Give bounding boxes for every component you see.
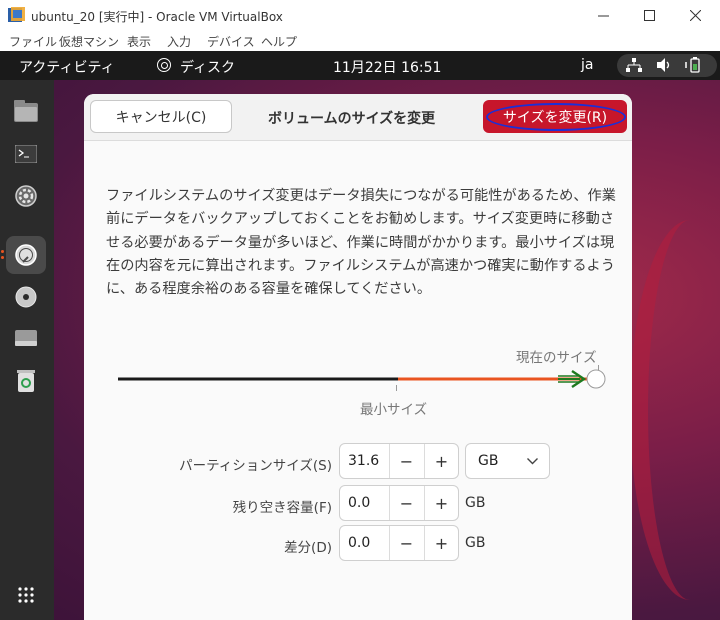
disks-app-icon <box>157 58 171 72</box>
dock-files[interactable] <box>6 92 46 130</box>
difference-label: 差分(D) <box>284 540 332 556</box>
dock-trash[interactable] <box>6 362 46 400</box>
warning-text: ファイルシステムのサイズ変更はデータ損失につながる可能性があるため、作業前にデー… <box>106 188 616 298</box>
app-grid-icon <box>18 587 34 603</box>
chevron-down-icon <box>527 458 538 465</box>
terminal-icon <box>15 145 37 163</box>
menu-input[interactable]: 入力 <box>167 33 191 50</box>
menu-help[interactable]: ヘルプ <box>261 33 297 50</box>
size-slider[interactable] <box>114 364 614 390</box>
app-menu-disks[interactable]: ディスク <box>180 57 235 77</box>
input-method-indicator[interactable]: ja <box>581 57 593 73</box>
menu-devices[interactable]: デバイス <box>207 33 255 50</box>
activities-button[interactable]: アクティビティ <box>19 57 115 77</box>
files-icon <box>14 100 38 122</box>
power-battery-icon <box>685 57 700 73</box>
system-tray[interactable] <box>617 54 717 77</box>
partition-size-spin[interactable]: 31.6 − + <box>339 443 459 479</box>
unit-select[interactable]: GB <box>465 443 550 479</box>
dock <box>0 80 54 620</box>
dock-drive[interactable] <box>6 319 46 357</box>
unit-select-value: GB <box>478 453 499 469</box>
host-titlebar: ubuntu_20 [実行中] - Oracle VM VirtualBox <box>0 0 720 31</box>
minimum-size-label: 最小サイズ <box>360 402 428 418</box>
dialog-header: キャンセル(C) ボリュームのサイズを変更 サイズを変更(R) <box>84 94 632 141</box>
resize-volume-dialog: キャンセル(C) ボリュームのサイズを変更 サイズを変更(R) ファイルシステム… <box>84 94 632 620</box>
wallpaper-swoosh <box>630 220 720 600</box>
menu-file[interactable]: ファイル <box>9 33 57 50</box>
partition-size-value[interactable]: 31.6 <box>348 453 379 469</box>
running-indicator-dot <box>1 250 4 253</box>
close-icon <box>689 10 701 21</box>
maximize-button[interactable] <box>626 0 672 31</box>
disks-icon <box>15 244 37 266</box>
difference-decrement-button[interactable]: − <box>389 526 423 560</box>
menu-machine[interactable]: 仮想マシン <box>59 33 119 50</box>
minimum-size-tick <box>396 385 397 391</box>
free-space-decrement-button[interactable]: − <box>389 486 423 520</box>
difference-unit: GB <box>465 535 486 551</box>
trash-icon <box>17 370 35 392</box>
current-size-label: 現在のサイズ <box>516 350 597 366</box>
slider-handle[interactable] <box>586 369 606 389</box>
maximize-icon <box>643 10 655 21</box>
difference-value[interactable]: 0.0 <box>348 535 370 551</box>
ubuntu-topbar: アクティビティ ディスク 11月22日 16:51 ja <box>0 51 720 80</box>
annotation-ellipse <box>486 103 626 131</box>
free-space-label: 残り空き容量(F) <box>232 500 332 516</box>
dock-disks-active[interactable] <box>6 236 46 274</box>
drive-icon <box>15 330 37 346</box>
host-menubar: ファイル 仮想マシン 表示 入力 デバイス ヘルプ <box>0 31 720 51</box>
partition-size-decrement-button[interactable]: − <box>389 444 423 478</box>
dock-terminal[interactable] <box>6 135 46 173</box>
network-icon <box>626 58 642 72</box>
partition-size-increment-button[interactable]: + <box>424 444 458 478</box>
virtualbox-app-icon <box>8 7 25 22</box>
minimize-icon <box>597 15 609 17</box>
running-indicator-dot <box>1 256 4 259</box>
dock-settings[interactable] <box>6 177 46 215</box>
host-window-title: ubuntu_20 [実行中] - Oracle VM VirtualBox <box>31 10 283 24</box>
menu-view[interactable]: 表示 <box>127 33 151 50</box>
difference-increment-button[interactable]: + <box>424 526 458 560</box>
minimize-button[interactable] <box>580 0 626 31</box>
optical-disc-icon <box>15 286 37 308</box>
free-space-value[interactable]: 0.0 <box>348 495 370 511</box>
close-button[interactable] <box>672 0 718 31</box>
dock-show-apps[interactable] <box>6 576 46 614</box>
clock[interactable]: 11月22日 16:51 <box>333 57 441 77</box>
volume-icon <box>657 58 670 72</box>
cancel-button[interactable]: キャンセル(C) <box>90 100 232 133</box>
dialog-title: ボリュームのサイズを変更 <box>268 111 436 127</box>
difference-spin[interactable]: 0.0 − + <box>339 525 459 561</box>
free-space-increment-button[interactable]: + <box>424 486 458 520</box>
free-space-unit: GB <box>465 495 486 511</box>
partition-size-label: パーティションサイズ(S) <box>179 458 332 474</box>
dock-optical-drive[interactable] <box>6 278 46 316</box>
free-space-spin[interactable]: 0.0 − + <box>339 485 459 521</box>
settings-icon <box>15 185 37 207</box>
